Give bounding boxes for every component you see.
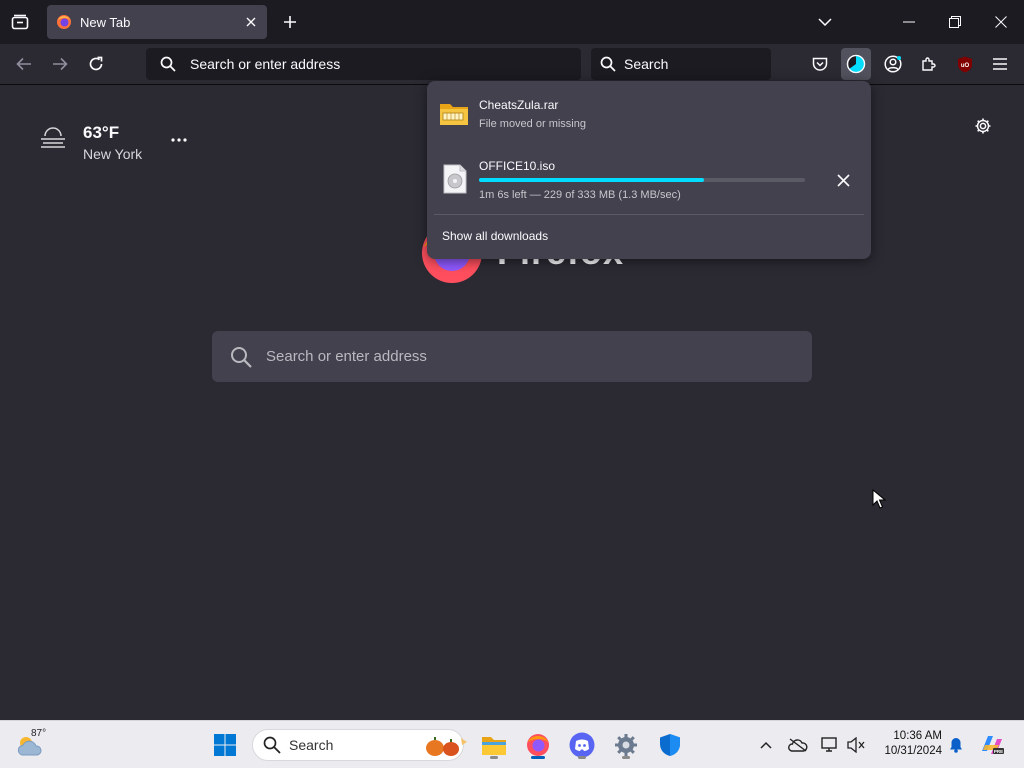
- gear-icon[interactable]: [972, 115, 994, 137]
- firefox-taskbar-icon[interactable]: [522, 729, 554, 761]
- download-progress-bar: [479, 178, 805, 182]
- svg-text:uO: uO: [961, 63, 970, 69]
- search-icon: [230, 346, 252, 368]
- navigation-toolbar: Search or enter address Search uO: [0, 44, 1024, 85]
- clock-date: 10/31/2024: [884, 745, 942, 757]
- windows-taskbar: 87° Search 10:36 AM 10/31/2024 PRE: [0, 720, 1024, 768]
- download-progress-icon: [846, 54, 866, 74]
- tab-new-tab[interactable]: New Tab: [47, 5, 267, 39]
- download-filename: OFFICE10.iso: [479, 159, 556, 173]
- clock-time: 10:36 AM: [893, 730, 942, 742]
- close-window-icon[interactable]: [990, 12, 1012, 32]
- search-icon: [263, 736, 281, 754]
- download-item[interactable]: CheatsZula.rar File moved or missing: [427, 89, 871, 141]
- url-bar[interactable]: Search or enter address: [146, 48, 581, 80]
- pocket-icon[interactable]: [809, 53, 831, 75]
- downloads-button[interactable]: [841, 48, 871, 80]
- cancel-download-icon[interactable]: [832, 169, 854, 191]
- forward-arrow-icon[interactable]: [49, 54, 71, 74]
- list-all-tabs-chevron-icon[interactable]: [815, 12, 835, 32]
- search-icon: [160, 56, 176, 72]
- taskbar-clock[interactable]: 10:36 AM 10/31/2024: [876, 729, 942, 759]
- network-monitor-icon[interactable]: [816, 729, 844, 761]
- account-icon[interactable]: [882, 53, 904, 75]
- windows-start-icon[interactable]: [209, 729, 241, 761]
- show-all-downloads-button[interactable]: Show all downloads: [442, 229, 548, 243]
- onedrive-offline-icon[interactable]: [784, 729, 812, 761]
- mouse-cursor-icon: [872, 489, 886, 509]
- running-indicator: [490, 756, 498, 759]
- newtab-search-box[interactable]: Search or enter address: [212, 331, 812, 382]
- weather-location: New York: [83, 146, 143, 162]
- restore-window-icon[interactable]: [944, 12, 966, 32]
- taskbar-search-label: Search: [289, 737, 334, 753]
- running-indicator: [622, 756, 630, 759]
- downloads-panel: CheatsZula.rar File moved or missing OFF…: [427, 81, 871, 259]
- ublock-origin-icon[interactable]: uO: [954, 53, 976, 75]
- reload-icon[interactable]: [85, 54, 107, 74]
- file-explorer-icon[interactable]: [478, 729, 510, 761]
- firefox-view-icon[interactable]: [8, 11, 32, 33]
- windows-security-shield-icon[interactable]: [654, 729, 686, 761]
- fog-icon: [38, 123, 68, 153]
- minimize-icon[interactable]: [898, 12, 920, 32]
- weather-more-options-icon[interactable]: [168, 129, 190, 151]
- taskbar-search-box[interactable]: Search: [252, 729, 467, 761]
- url-bar-placeholder: Search or enter address: [190, 56, 341, 72]
- new-tab-plus-icon[interactable]: [279, 11, 301, 33]
- download-progress-fill: [479, 178, 704, 182]
- notification-bell-icon[interactable]: [944, 729, 968, 761]
- pumpkins-icon: [423, 735, 469, 757]
- search-icon: [600, 56, 616, 72]
- divider: [434, 214, 864, 215]
- search-bar[interactable]: Search: [591, 48, 771, 80]
- search-bar-placeholder: Search: [624, 56, 669, 72]
- download-status: 1m 6s left — 229 of 333 MB (1.3 MB/sec): [479, 189, 681, 201]
- disc-file-icon: [443, 164, 467, 194]
- archive-icon: [439, 100, 469, 126]
- tab-strip: New Tab: [0, 0, 1024, 44]
- taskbar-weather-temp: 87°: [31, 728, 47, 739]
- firefox-tab-icon: [56, 14, 72, 30]
- active-indicator: [531, 756, 545, 759]
- running-indicator: [578, 756, 586, 759]
- volume-muted-icon[interactable]: [842, 729, 870, 761]
- extensions-puzzle-icon[interactable]: [918, 53, 940, 75]
- tab-title: New Tab: [80, 14, 131, 30]
- discord-icon[interactable]: [566, 729, 598, 761]
- copilot-icon[interactable]: PRE: [976, 729, 1008, 761]
- download-status: File moved or missing: [479, 118, 586, 130]
- hamburger-menu-icon[interactable]: [989, 53, 1011, 75]
- show-hidden-icons-chevron-icon[interactable]: [752, 729, 780, 761]
- back-arrow-icon[interactable]: [13, 54, 35, 74]
- newtab-search-placeholder: Search or enter address: [266, 348, 427, 365]
- close-tab-icon[interactable]: [243, 14, 259, 30]
- weather-temperature: 63°F: [83, 123, 120, 142]
- settings-gear-icon[interactable]: [610, 729, 642, 761]
- download-filename: CheatsZula.rar: [479, 98, 559, 112]
- svg-text:PRE: PRE: [994, 749, 1003, 754]
